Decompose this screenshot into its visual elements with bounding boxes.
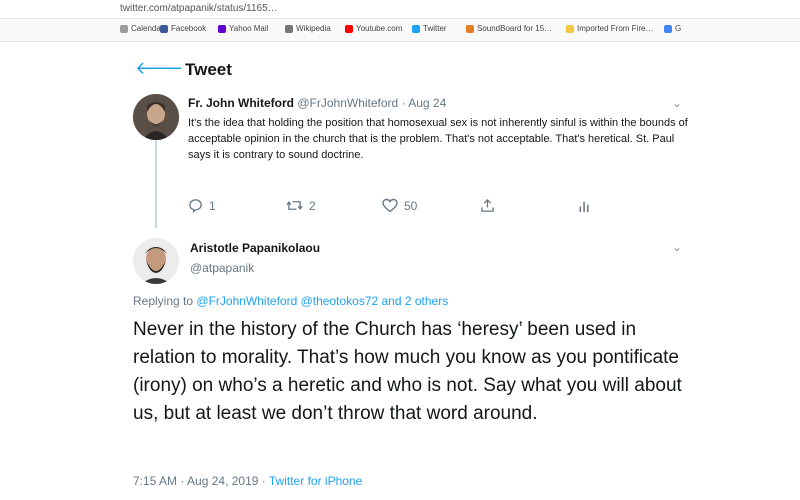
tweet-text: It's the idea that holding the position … xyxy=(188,117,688,161)
tweet-date[interactable]: · Aug 24 xyxy=(402,96,447,110)
bookmark-soundboard[interactable]: SoundBoard for 15… xyxy=(466,24,552,33)
thread-line xyxy=(155,140,157,228)
url-text[interactable]: twitter.com/atpapanik/status/1165… xyxy=(120,3,278,14)
author-handle-text[interactable]: @atpapanik xyxy=(190,261,254,275)
calendar-icon xyxy=(120,24,128,33)
bookmark-youtube[interactable]: Youtube.com xyxy=(345,24,402,33)
bookmark-twitter[interactable]: Twitter xyxy=(412,24,447,33)
heart-icon xyxy=(382,198,398,213)
bookmark-google[interactable]: G xyxy=(664,24,681,33)
chevron-down-icon[interactable]: ⌄ xyxy=(672,240,682,254)
author-handle[interactable]: @FrJohnWhiteford xyxy=(297,96,398,110)
reply-button[interactable]: 1 xyxy=(188,198,216,213)
bookmark-wikipedia[interactable]: Wikipedia xyxy=(285,24,331,33)
retweet-count: 2 xyxy=(309,198,316,213)
address-bar[interactable]: twitter.com/atpapanik/status/1165… xyxy=(0,0,800,19)
replying-to: Replying to @FrJohnWhiteford @theotokos7… xyxy=(133,294,448,308)
tweet-header: 🡐 Tweet xyxy=(120,48,690,88)
wikipedia-icon xyxy=(285,24,293,33)
chevron-down-icon[interactable]: ⌄ xyxy=(672,96,682,110)
author-name[interactable]: Fr. John Whiteford xyxy=(188,96,294,110)
reply-icon xyxy=(189,199,202,213)
bookmark-yahoo-mail[interactable]: Yahoo Mail xyxy=(218,24,268,33)
replying-to-users-link[interactable]: @FrJohnWhiteford @theotokos72 and 2 othe… xyxy=(196,294,448,308)
youtube-icon xyxy=(345,24,353,33)
bookmark-calendar[interactable]: Calendar xyxy=(120,24,163,33)
page-title: Tweet xyxy=(185,60,232,79)
tweet-meta: 7:15 AM · Aug 24, 2019 · Twitter for iPh… xyxy=(133,474,362,488)
twitter-icon xyxy=(412,24,420,33)
author-name: Aristotle Papanikolaou xyxy=(190,241,320,255)
retweet-button[interactable]: 2 xyxy=(286,198,316,213)
bookmark-facebook[interactable]: Facebook xyxy=(160,24,206,33)
facebook-icon xyxy=(160,24,168,33)
avatar[interactable] xyxy=(133,238,179,284)
google-icon xyxy=(664,24,672,33)
folder-icon xyxy=(566,24,574,33)
reply-count: 1 xyxy=(209,198,216,213)
author-name-text[interactable]: Aristotle Papanikolaou xyxy=(190,241,320,255)
analytics-button[interactable] xyxy=(578,198,592,213)
analytics-icon xyxy=(579,201,589,213)
like-count: 50 xyxy=(404,198,418,213)
tweet-source-link[interactable]: Twitter for iPhone xyxy=(269,474,362,488)
avatar[interactable] xyxy=(133,94,179,140)
tweet-actions: 1 2 50 xyxy=(188,198,608,216)
yahoo-icon xyxy=(218,24,226,33)
share-button[interactable] xyxy=(480,198,495,213)
back-arrow-icon[interactable]: 🡐 xyxy=(135,58,183,79)
bookmark-imported[interactable]: Imported From Fire… xyxy=(566,24,653,33)
replying-prefix: Replying to xyxy=(133,294,194,308)
tweet-timestamp[interactable]: 7:15 AM · Aug 24, 2019 · xyxy=(133,474,266,488)
like-button[interactable]: 50 xyxy=(382,198,417,213)
author-handle: @atpapanik xyxy=(190,261,254,275)
soundboard-icon xyxy=(466,24,474,33)
tweet-author-row: Fr. John Whiteford @FrJohnWhiteford · Au… xyxy=(188,96,446,110)
tweet-text: Never in the history of the Church has ‘… xyxy=(133,319,682,424)
share-icon xyxy=(481,198,494,212)
bookmarks-bar: Calendar Facebook Yahoo Mail Wikipedia Y… xyxy=(0,19,800,42)
retweet-icon xyxy=(286,201,303,210)
